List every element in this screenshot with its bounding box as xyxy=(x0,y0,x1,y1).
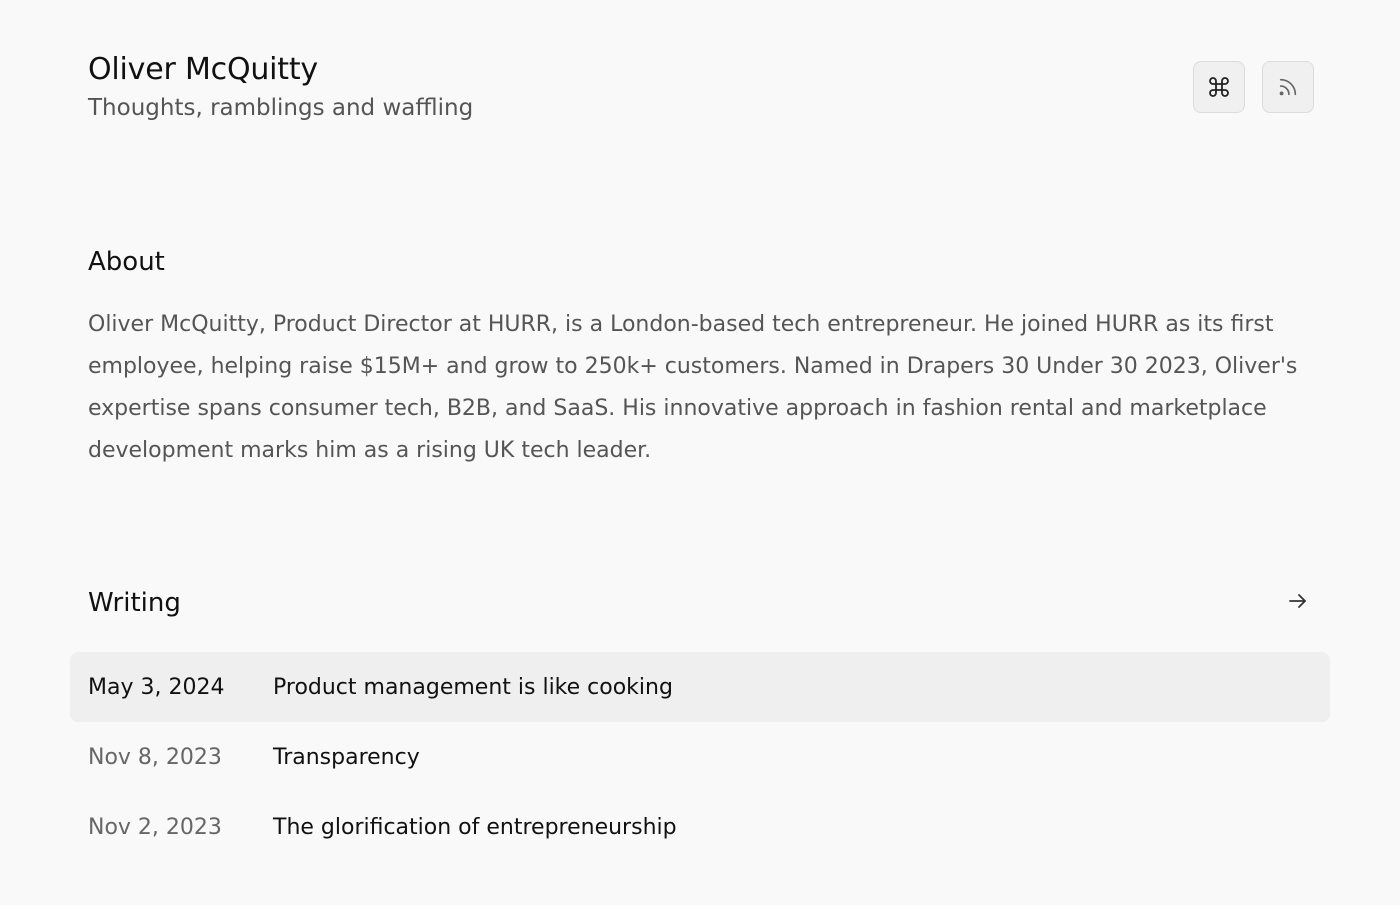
command-menu-button[interactable] xyxy=(1193,61,1245,113)
post-title[interactable]: Product management is like cooking xyxy=(273,675,673,700)
command-icon xyxy=(1207,75,1231,99)
post-date: Nov 8, 2023 xyxy=(88,744,222,770)
post-title[interactable]: Transparency xyxy=(273,745,420,770)
about-text: Oliver McQuitty, Product Director at HUR… xyxy=(88,312,1298,463)
post-title[interactable]: The glorification of entrepreneurship xyxy=(273,815,677,840)
view-all-writing-link[interactable] xyxy=(1284,589,1312,617)
writing-header: Writing xyxy=(70,583,1330,623)
header-actions xyxy=(1193,61,1314,113)
writing-heading: Writing xyxy=(88,588,181,618)
site-title[interactable]: Oliver McQuitty xyxy=(88,50,1314,90)
about-heading: About xyxy=(88,247,165,277)
page: Oliver McQuitty Thoughts, ramblings and … xyxy=(0,0,1400,905)
rss-icon xyxy=(1277,76,1299,98)
post-date: May 3, 2024 xyxy=(88,674,225,700)
site-subtitle: Thoughts, ramblings and waffling xyxy=(88,95,474,121)
site-header: Oliver McQuitty Thoughts, ramblings and … xyxy=(88,50,1314,130)
list-item[interactable]: Nov 8, 2023 Transparency xyxy=(70,722,1330,792)
list-item[interactable]: May 3, 2024 Product management is like c… xyxy=(70,652,1330,722)
writing-section: Writing May 3, 2024 Product management i… xyxy=(70,583,1330,862)
rss-feed-button[interactable] xyxy=(1262,61,1314,113)
post-list: May 3, 2024 Product management is like c… xyxy=(70,652,1330,862)
about-section: About Oliver McQuitty, Product Director … xyxy=(88,242,1314,472)
post-date: Nov 2, 2023 xyxy=(88,814,222,840)
list-item[interactable]: Nov 2, 2023 The glorification of entrepr… xyxy=(70,792,1330,862)
arrow-right-icon xyxy=(1286,589,1310,617)
